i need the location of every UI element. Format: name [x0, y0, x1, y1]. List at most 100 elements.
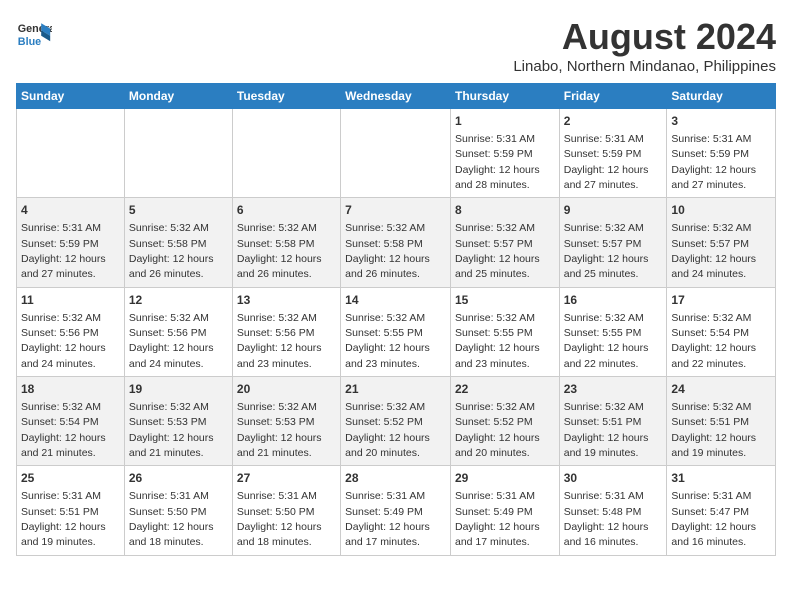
- day-number: 4: [21, 202, 120, 219]
- week-row-5: 25 Sunrise: 5:31 AM Sunset: 5:51 PM Dayli…: [17, 466, 776, 555]
- day-info: Sunrise: 5:32 AM Sunset: 5:53 PM Dayligh…: [129, 401, 214, 459]
- day-info: Sunrise: 5:32 AM Sunset: 5:55 PM Dayligh…: [564, 312, 649, 370]
- day-cell: 24 Sunrise: 5:32 AM Sunset: 5:51 PM Dayli…: [667, 377, 776, 466]
- day-number: 12: [129, 292, 228, 309]
- day-cell: 15 Sunrise: 5:32 AM Sunset: 5:55 PM Dayli…: [450, 287, 559, 376]
- day-number: 30: [564, 470, 663, 487]
- day-cell: 20 Sunrise: 5:32 AM Sunset: 5:53 PM Dayli…: [232, 377, 340, 466]
- day-info: Sunrise: 5:31 AM Sunset: 5:59 PM Dayligh…: [671, 133, 756, 191]
- day-number: 31: [671, 470, 771, 487]
- header-wednesday: Wednesday: [341, 84, 451, 109]
- svg-text:Blue: Blue: [18, 36, 41, 48]
- day-cell: 11Sunrise: 5:32 AM Sunset: 5:56 PM Dayli…: [17, 287, 125, 376]
- week-row-4: 18 Sunrise: 5:32 AM Sunset: 5:54 PM Dayli…: [17, 377, 776, 466]
- title-block: August 2024 Linabo, Northern Mindanao, P…: [513, 16, 776, 75]
- day-number: 28: [345, 470, 446, 487]
- day-info: Sunrise: 5:32 AM Sunset: 5:55 PM Dayligh…: [345, 312, 430, 370]
- day-number: 11: [21, 292, 120, 309]
- day-info: Sunrise: 5:32 AM Sunset: 5:58 PM Dayligh…: [345, 222, 430, 280]
- day-number: 13: [237, 292, 336, 309]
- page-header: General Blue August 2024 Linabo, Norther…: [16, 16, 776, 75]
- day-info: Sunrise: 5:32 AM Sunset: 5:51 PM Dayligh…: [564, 401, 649, 459]
- header-saturday: Saturday: [667, 84, 776, 109]
- main-title: August 2024: [513, 16, 776, 58]
- day-cell: 13 Sunrise: 5:32 AM Sunset: 5:56 PM Dayli…: [232, 287, 340, 376]
- week-row-2: 4 Sunrise: 5:31 AM Sunset: 5:59 PM Daylig…: [17, 198, 776, 287]
- day-info: Sunrise: 5:31 AM Sunset: 5:50 PM Dayligh…: [237, 490, 322, 548]
- day-number: 19: [129, 381, 228, 398]
- day-info: Sunrise: 5:31 AM Sunset: 5:50 PM Dayligh…: [129, 490, 214, 548]
- day-number: 16: [564, 292, 663, 309]
- header-tuesday: Tuesday: [232, 84, 340, 109]
- day-info: Sunrise: 5:32 AM Sunset: 5:52 PM Dayligh…: [345, 401, 430, 459]
- day-cell: 3 Sunrise: 5:31 AM Sunset: 5:59 PM Daylig…: [667, 109, 776, 198]
- day-cell: [124, 109, 232, 198]
- header-thursday: Thursday: [450, 84, 559, 109]
- day-cell: 14Sunrise: 5:32 AM Sunset: 5:55 PM Dayli…: [341, 287, 451, 376]
- day-cell: 10 Sunrise: 5:32 AM Sunset: 5:57 PM Dayli…: [667, 198, 776, 287]
- header-monday: Monday: [124, 84, 232, 109]
- day-cell: 30Sunrise: 5:31 AM Sunset: 5:48 PM Dayli…: [559, 466, 667, 555]
- day-cell: 31 Sunrise: 5:31 AM Sunset: 5:47 PM Dayli…: [667, 466, 776, 555]
- day-cell: 21 Sunrise: 5:32 AM Sunset: 5:52 PM Dayli…: [341, 377, 451, 466]
- day-cell: 8 Sunrise: 5:32 AM Sunset: 5:57 PM Daylig…: [450, 198, 559, 287]
- day-number: 5: [129, 202, 228, 219]
- day-info: Sunrise: 5:31 AM Sunset: 5:59 PM Dayligh…: [455, 133, 540, 191]
- day-cell: 6Sunrise: 5:32 AM Sunset: 5:58 PM Daylig…: [232, 198, 340, 287]
- day-cell: 27Sunrise: 5:31 AM Sunset: 5:50 PM Dayli…: [232, 466, 340, 555]
- day-info: Sunrise: 5:32 AM Sunset: 5:56 PM Dayligh…: [237, 312, 322, 370]
- day-info: Sunrise: 5:31 AM Sunset: 5:47 PM Dayligh…: [671, 490, 756, 548]
- day-number: 24: [671, 381, 771, 398]
- day-number: 10: [671, 202, 771, 219]
- day-number: 29: [455, 470, 555, 487]
- day-info: Sunrise: 5:31 AM Sunset: 5:51 PM Dayligh…: [21, 490, 106, 548]
- day-cell: 1 Sunrise: 5:31 AM Sunset: 5:59 PM Daylig…: [450, 109, 559, 198]
- day-number: 18: [21, 381, 120, 398]
- day-number: 3: [671, 113, 771, 130]
- day-number: 25: [21, 470, 120, 487]
- week-row-3: 11 Sunrise: 5:32 AM Sunset: 5:56 PM Dayli…: [17, 287, 776, 376]
- header-sunday: Sunday: [17, 84, 125, 109]
- logo: General Blue: [16, 16, 52, 52]
- day-cell: [341, 109, 451, 198]
- day-cell: 5Sunrise: 5:32 AM Sunset: 5:58 PM Daylig…: [124, 198, 232, 287]
- day-info: Sunrise: 5:32 AM Sunset: 5:57 PM Dayligh…: [564, 222, 649, 280]
- day-number: 1: [455, 113, 555, 130]
- day-info: Sunrise: 5:31 AM Sunset: 5:49 PM Dayligh…: [345, 490, 430, 548]
- day-info: Sunrise: 5:32 AM Sunset: 5:51 PM Dayligh…: [671, 401, 756, 459]
- calendar-header-row: SundayMondayTuesdayWednesdayThursdayFrid…: [17, 84, 776, 109]
- day-cell: [17, 109, 125, 198]
- day-info: Sunrise: 5:32 AM Sunset: 5:56 PM Dayligh…: [129, 312, 214, 370]
- day-cell: 18 Sunrise: 5:32 AM Sunset: 5:54 PM Dayli…: [17, 377, 125, 466]
- day-info: Sunrise: 5:32 AM Sunset: 5:54 PM Dayligh…: [21, 401, 106, 459]
- week-row-1: 1 Sunrise: 5:31 AM Sunset: 5:59 PM Daylig…: [17, 109, 776, 198]
- day-info: Sunrise: 5:32 AM Sunset: 5:52 PM Dayligh…: [455, 401, 540, 459]
- day-info: Sunrise: 5:31 AM Sunset: 5:59 PM Dayligh…: [21, 222, 106, 280]
- day-number: 20: [237, 381, 336, 398]
- day-cell: 9Sunrise: 5:32 AM Sunset: 5:57 PM Daylig…: [559, 198, 667, 287]
- day-info: Sunrise: 5:32 AM Sunset: 5:57 PM Dayligh…: [455, 222, 540, 280]
- sub-title: Linabo, Northern Mindanao, Philippines: [513, 58, 776, 75]
- day-info: Sunrise: 5:31 AM Sunset: 5:59 PM Dayligh…: [564, 133, 649, 191]
- day-cell: 25 Sunrise: 5:31 AM Sunset: 5:51 PM Dayli…: [17, 466, 125, 555]
- day-info: Sunrise: 5:32 AM Sunset: 5:55 PM Dayligh…: [455, 312, 540, 370]
- header-friday: Friday: [559, 84, 667, 109]
- day-number: 15: [455, 292, 555, 309]
- day-cell: 17Sunrise: 5:32 AM Sunset: 5:54 PM Dayli…: [667, 287, 776, 376]
- calendar-table: SundayMondayTuesdayWednesdayThursdayFrid…: [16, 83, 776, 556]
- day-number: 22: [455, 381, 555, 398]
- day-cell: 4 Sunrise: 5:31 AM Sunset: 5:59 PM Daylig…: [17, 198, 125, 287]
- logo-icon: General Blue: [16, 16, 52, 52]
- day-number: 2: [564, 113, 663, 130]
- day-number: 8: [455, 202, 555, 219]
- day-number: 6: [237, 202, 336, 219]
- day-info: Sunrise: 5:32 AM Sunset: 5:53 PM Dayligh…: [237, 401, 322, 459]
- day-cell: 16 Sunrise: 5:32 AM Sunset: 5:55 PM Dayli…: [559, 287, 667, 376]
- day-number: 17: [671, 292, 771, 309]
- day-cell: 12 Sunrise: 5:32 AM Sunset: 5:56 PM Dayli…: [124, 287, 232, 376]
- day-cell: [232, 109, 340, 198]
- day-info: Sunrise: 5:32 AM Sunset: 5:57 PM Dayligh…: [671, 222, 756, 280]
- day-number: 7: [345, 202, 446, 219]
- day-cell: 23Sunrise: 5:32 AM Sunset: 5:51 PM Dayli…: [559, 377, 667, 466]
- day-number: 21: [345, 381, 446, 398]
